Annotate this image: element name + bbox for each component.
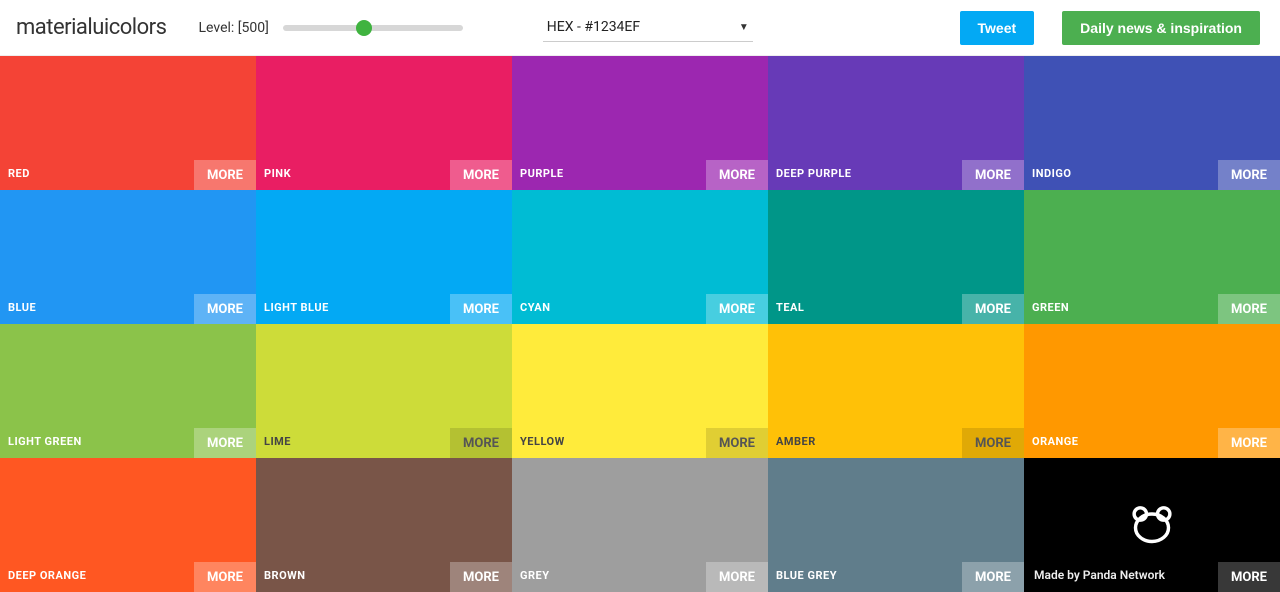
color-swatch[interactable]: GREY MORE	[512, 458, 768, 592]
color-swatch[interactable]: ORANGE MORE	[1024, 324, 1280, 458]
color-swatch[interactable]: BLUE GREY MORE	[768, 458, 1024, 592]
swatch-label: PURPLE	[520, 167, 564, 180]
color-swatch[interactable]: PURPLE MORE	[512, 56, 768, 190]
swatch-label: RED	[8, 167, 30, 180]
color-swatch[interactable]: BROWN MORE	[256, 458, 512, 592]
footer-cell[interactable]: Made by Panda Network MORE	[1024, 458, 1280, 592]
swatch-label: PINK	[264, 167, 291, 180]
color-swatch[interactable]: INDIGO MORE	[1024, 56, 1280, 190]
swatch-label: TEAL	[776, 301, 804, 314]
format-select-value: HEX - #1234EF	[547, 19, 640, 35]
swatch-label: CYAN	[520, 301, 550, 314]
color-swatch[interactable]: LIGHT GREEN MORE	[0, 324, 256, 458]
slider-thumb[interactable]	[356, 20, 372, 36]
color-swatch[interactable]: DEEP PURPLE MORE	[768, 56, 1024, 190]
more-button[interactable]: MORE	[194, 160, 256, 190]
more-button[interactable]: MORE	[706, 160, 768, 190]
color-swatch[interactable]: GREEN MORE	[1024, 190, 1280, 324]
swatch-label: LIGHT GREEN	[8, 435, 82, 448]
more-button[interactable]: MORE	[194, 428, 256, 458]
color-swatch[interactable]: CYAN MORE	[512, 190, 768, 324]
more-button[interactable]: MORE	[1218, 428, 1280, 458]
color-swatch[interactable]: LIGHT BLUE MORE	[256, 190, 512, 324]
swatch-label: GREEN	[1032, 301, 1069, 314]
more-button[interactable]: MORE	[450, 160, 512, 190]
level-label: Level: [500]	[199, 20, 269, 36]
swatch-label: BLUE	[8, 301, 36, 314]
color-swatch[interactable]: RED MORE	[0, 56, 256, 190]
swatch-label: DEEP PURPLE	[776, 167, 851, 180]
site-logo[interactable]: materialuicolors	[16, 15, 167, 40]
more-button[interactable]: MORE	[1218, 294, 1280, 324]
more-button[interactable]: MORE	[962, 428, 1024, 458]
swatch-label: ORANGE	[1032, 435, 1078, 448]
more-button[interactable]: MORE	[962, 160, 1024, 190]
daily-news-button[interactable]: Daily news & inspiration	[1062, 11, 1260, 45]
more-button[interactable]: MORE	[450, 562, 512, 592]
color-grid: RED MORE PINK MORE PURPLE MORE DEEP PURPLE MORE…	[0, 56, 1280, 592]
more-button[interactable]: MORE	[194, 294, 256, 324]
color-swatch[interactable]: DEEP ORANGE MORE	[0, 458, 256, 592]
more-button[interactable]: MORE	[194, 562, 256, 592]
color-swatch[interactable]: PINK MORE	[256, 56, 512, 190]
swatch-label: BLUE GREY	[776, 569, 837, 582]
more-button[interactable]: MORE	[1218, 160, 1280, 190]
swatch-label: LIGHT BLUE	[264, 301, 329, 314]
panda-icon	[1130, 505, 1174, 545]
more-button[interactable]: MORE	[962, 562, 1024, 592]
more-button[interactable]: MORE	[450, 294, 512, 324]
more-button[interactable]: MORE	[706, 428, 768, 458]
color-swatch[interactable]: LIME MORE	[256, 324, 512, 458]
more-button[interactable]: MORE	[706, 294, 768, 324]
level-control: Level: [500]	[199, 20, 463, 36]
more-button[interactable]: MORE	[706, 562, 768, 592]
swatch-label: AMBER	[776, 435, 816, 448]
swatch-label: DEEP ORANGE	[8, 569, 86, 582]
swatch-label: LIME	[264, 435, 291, 448]
more-button[interactable]: MORE	[962, 294, 1024, 324]
more-button[interactable]: MORE	[450, 428, 512, 458]
color-swatch[interactable]: AMBER MORE	[768, 324, 1024, 458]
tweet-button[interactable]: Tweet	[960, 11, 1035, 45]
chevron-down-icon: ▼	[739, 22, 749, 33]
swatch-label: YELLOW	[520, 435, 565, 448]
format-select[interactable]: HEX - #1234EF ▼	[543, 13, 753, 42]
level-slider[interactable]	[283, 25, 463, 31]
color-swatch[interactable]: BLUE MORE	[0, 190, 256, 324]
more-button[interactable]: MORE	[1218, 562, 1280, 592]
topbar: materialuicolors Level: [500] HEX - #123…	[0, 0, 1280, 56]
swatch-label: INDIGO	[1032, 167, 1071, 180]
footer-credit: Made by Panda Network	[1034, 568, 1165, 582]
swatch-label: BROWN	[264, 569, 306, 582]
swatch-label: GREY	[520, 569, 550, 582]
color-swatch[interactable]: YELLOW MORE	[512, 324, 768, 458]
color-swatch[interactable]: TEAL MORE	[768, 190, 1024, 324]
